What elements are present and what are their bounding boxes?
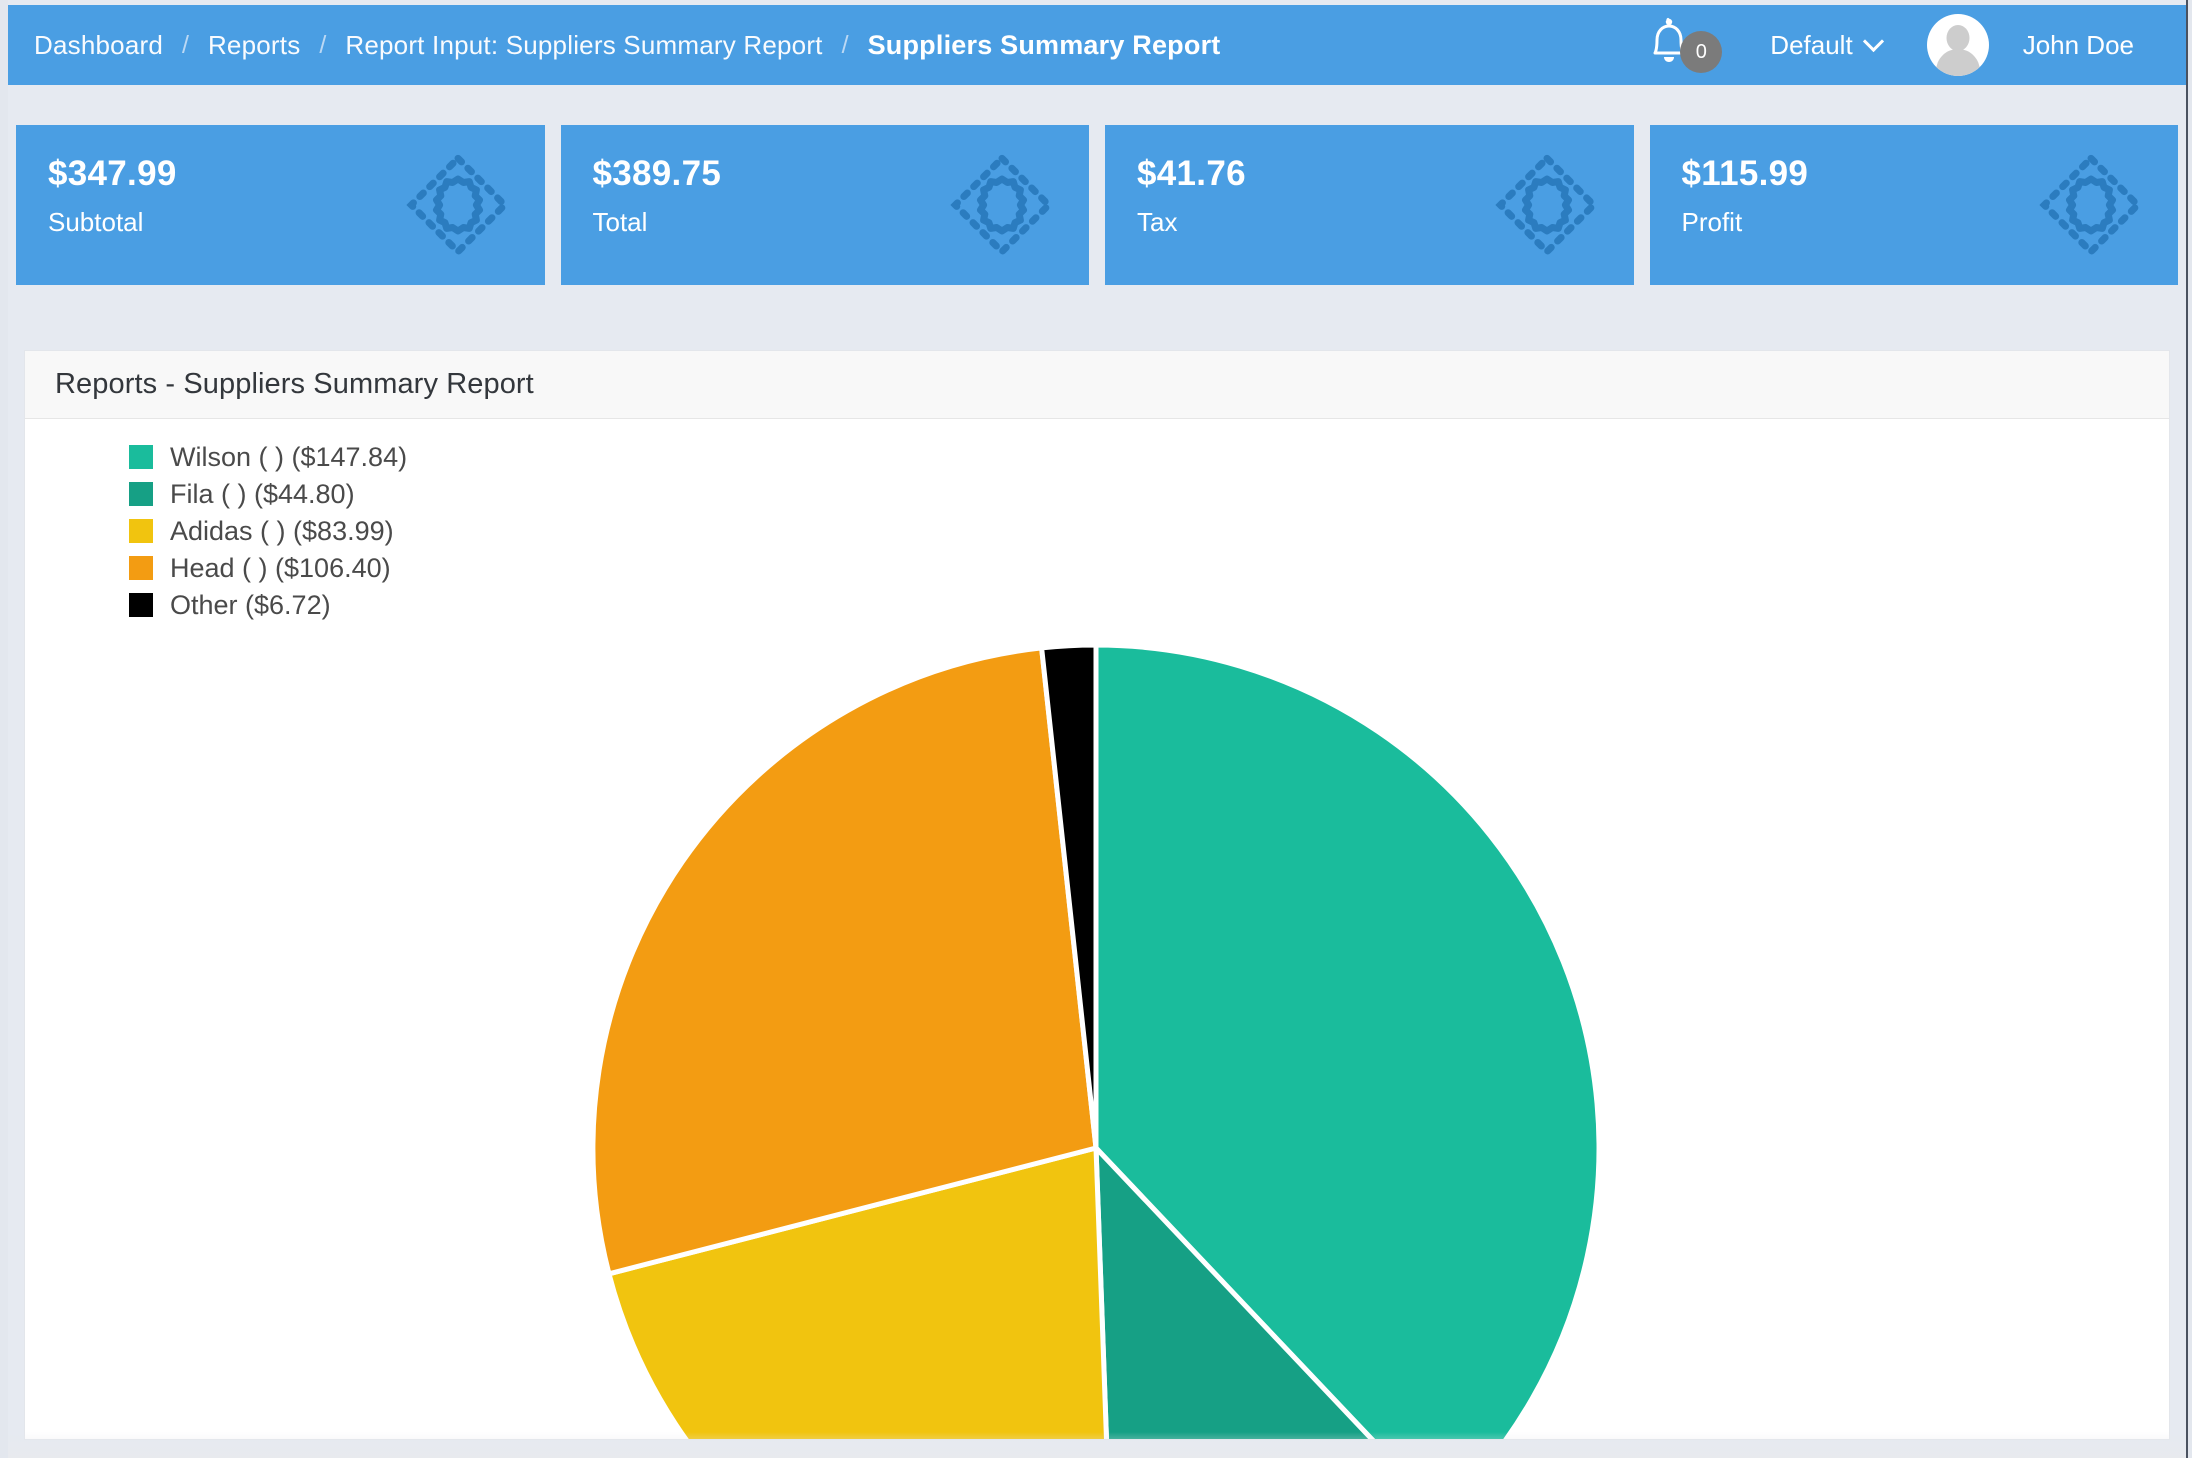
legend-label: Head ( ) ($106.40) [170, 552, 391, 583]
stat-cards-row: $347.99 Subtotal $389.75 Total $41.76 Ta… [8, 125, 2186, 285]
gear-in-dashed-diamond-icon [1488, 146, 1606, 264]
top-navigation-bar: Dashboard / Reports / Report Input: Supp… [8, 5, 2186, 85]
stat-card-tax[interactable]: $41.76 Tax [1105, 125, 1634, 285]
breadcrumb-item-dashboard[interactable]: Dashboard [34, 30, 163, 61]
stat-card-value: $347.99 [48, 154, 177, 193]
page-gutter-left [0, 0, 8, 1458]
stat-card-label: Subtotal [48, 207, 144, 237]
gear-in-dashed-diamond-icon [2032, 146, 2150, 264]
breadcrumb-separator: / [182, 30, 189, 59]
breadcrumb-item-reports[interactable]: Reports [208, 30, 300, 61]
legend-swatch-head [129, 556, 153, 580]
notification-count-badge: 0 [1680, 31, 1723, 73]
breadcrumb-separator: / [841, 30, 849, 59]
breadcrumb-item-current: Suppliers Summary Report [867, 29, 1221, 60]
gear-in-dashed-diamond-icon [943, 146, 1061, 264]
legend-label: Wilson ( ) ($147.84) [170, 441, 408, 472]
language-selector-label: Default [1770, 29, 1853, 60]
stat-card-label: Tax [1137, 207, 1178, 237]
stat-card-subtotal[interactable]: $347.99 Subtotal [16, 125, 545, 285]
legend-swatch-wilson [129, 445, 153, 469]
page-title: Reports - Suppliers Summary Report [55, 368, 534, 400]
legend-item[interactable]: Other ($6.72) [129, 587, 407, 623]
avatar-body-shape [1935, 49, 1980, 76]
notifications-button[interactable]: 0 [1646, 15, 1732, 75]
legend-swatch-adidas [129, 519, 153, 543]
legend-swatch-other [129, 593, 153, 617]
report-panel-header: Reports - Suppliers Summary Report [25, 351, 2169, 419]
legend-swatch-fila [129, 482, 153, 506]
language-selector[interactable]: Default [1770, 29, 1884, 61]
legend-item[interactable]: Head ( ) ($106.40) [129, 550, 407, 586]
legend-label: Fila ( ) ($44.80) [170, 478, 355, 509]
legend-item[interactable]: Adidas ( ) ($83.99) [129, 513, 407, 549]
stat-card-label: Total [592, 207, 648, 237]
stat-card-cell: $389.75 Total [553, 125, 1098, 285]
avatar[interactable] [1926, 14, 1989, 76]
page-gutter-right [2186, 0, 2192, 1458]
stat-card-cell: $347.99 Subtotal [8, 125, 553, 285]
stat-card-total[interactable]: $389.75 Total [560, 125, 1089, 285]
legend-item[interactable]: Wilson ( ) ($147.84) [129, 439, 407, 475]
breadcrumb-item-report-input[interactable]: Report Input: Suppliers Summary Report [345, 30, 822, 61]
stat-card-value: $115.99 [1681, 154, 1809, 193]
top-bar-right-cluster: 0 Default John Doe [1646, 5, 2186, 85]
app-root: Dashboard / Reports / Report Input: Supp… [0, 0, 2192, 1458]
stat-card-label: Profit [1681, 207, 1743, 237]
report-panel: Reports - Suppliers Summary Report Wilso… [24, 350, 2170, 1440]
report-panel-body: Wilson ( ) ($147.84) Fila ( ) ($44.80) A… [25, 419, 2169, 1439]
stat-card-value: $389.75 [592, 154, 722, 193]
avatar-head-shape [1946, 25, 1970, 51]
gear-in-dashed-diamond-icon [399, 146, 517, 264]
legend-item[interactable]: Fila ( ) ($44.80) [129, 476, 407, 512]
stat-card-cell: $115.99 Profit [1642, 125, 2187, 285]
legend-label: Other ($6.72) [170, 589, 331, 620]
chevron-down-icon [1862, 30, 1884, 52]
legend-label: Adidas ( ) ($83.99) [170, 515, 394, 546]
chart-legend: Wilson ( ) ($147.84) Fila ( ) ($44.80) A… [129, 439, 407, 624]
stat-card-value: $41.76 [1137, 154, 1246, 193]
breadcrumb-separator: / [319, 30, 327, 59]
user-name-label[interactable]: John Doe [2023, 30, 2134, 61]
stat-card-cell: $41.76 Tax [1097, 125, 1642, 285]
breadcrumb: Dashboard / Reports / Report Input: Supp… [34, 30, 1220, 61]
stat-card-profit[interactable]: $115.99 Profit [1649, 125, 2178, 285]
